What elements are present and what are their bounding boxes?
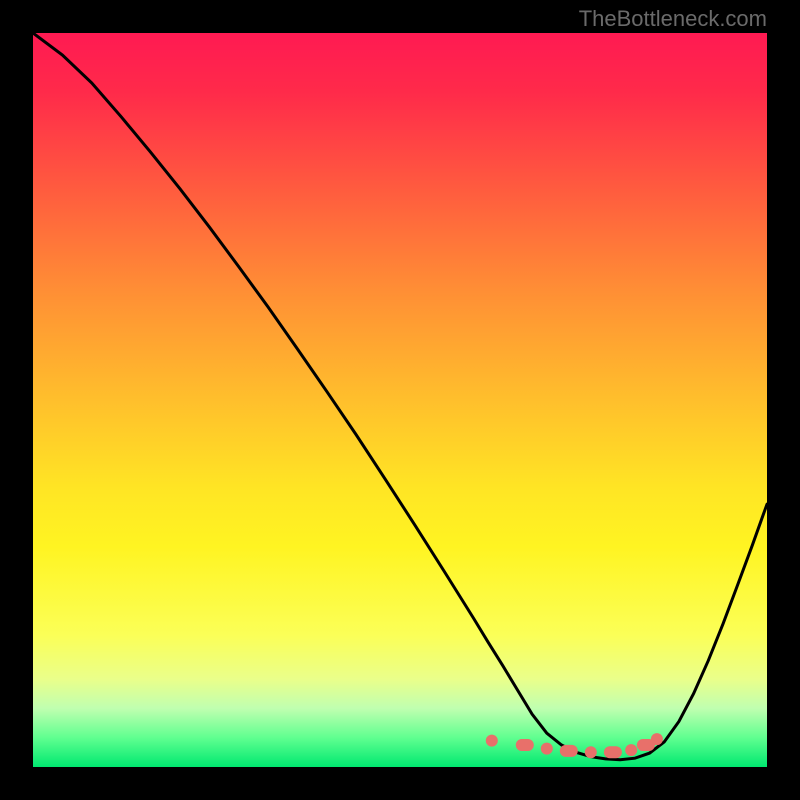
bottleneck-curve (33, 33, 767, 760)
optimal-marker (560, 745, 578, 757)
optimal-marker (516, 739, 534, 751)
optimal-marker (486, 735, 498, 747)
optimal-marker (625, 744, 637, 756)
optimal-marker (651, 733, 663, 745)
optimal-marker (585, 746, 597, 758)
attribution-text: TheBottleneck.com (579, 6, 767, 32)
optimal-marker (541, 743, 553, 755)
optimal-marker (604, 746, 622, 758)
